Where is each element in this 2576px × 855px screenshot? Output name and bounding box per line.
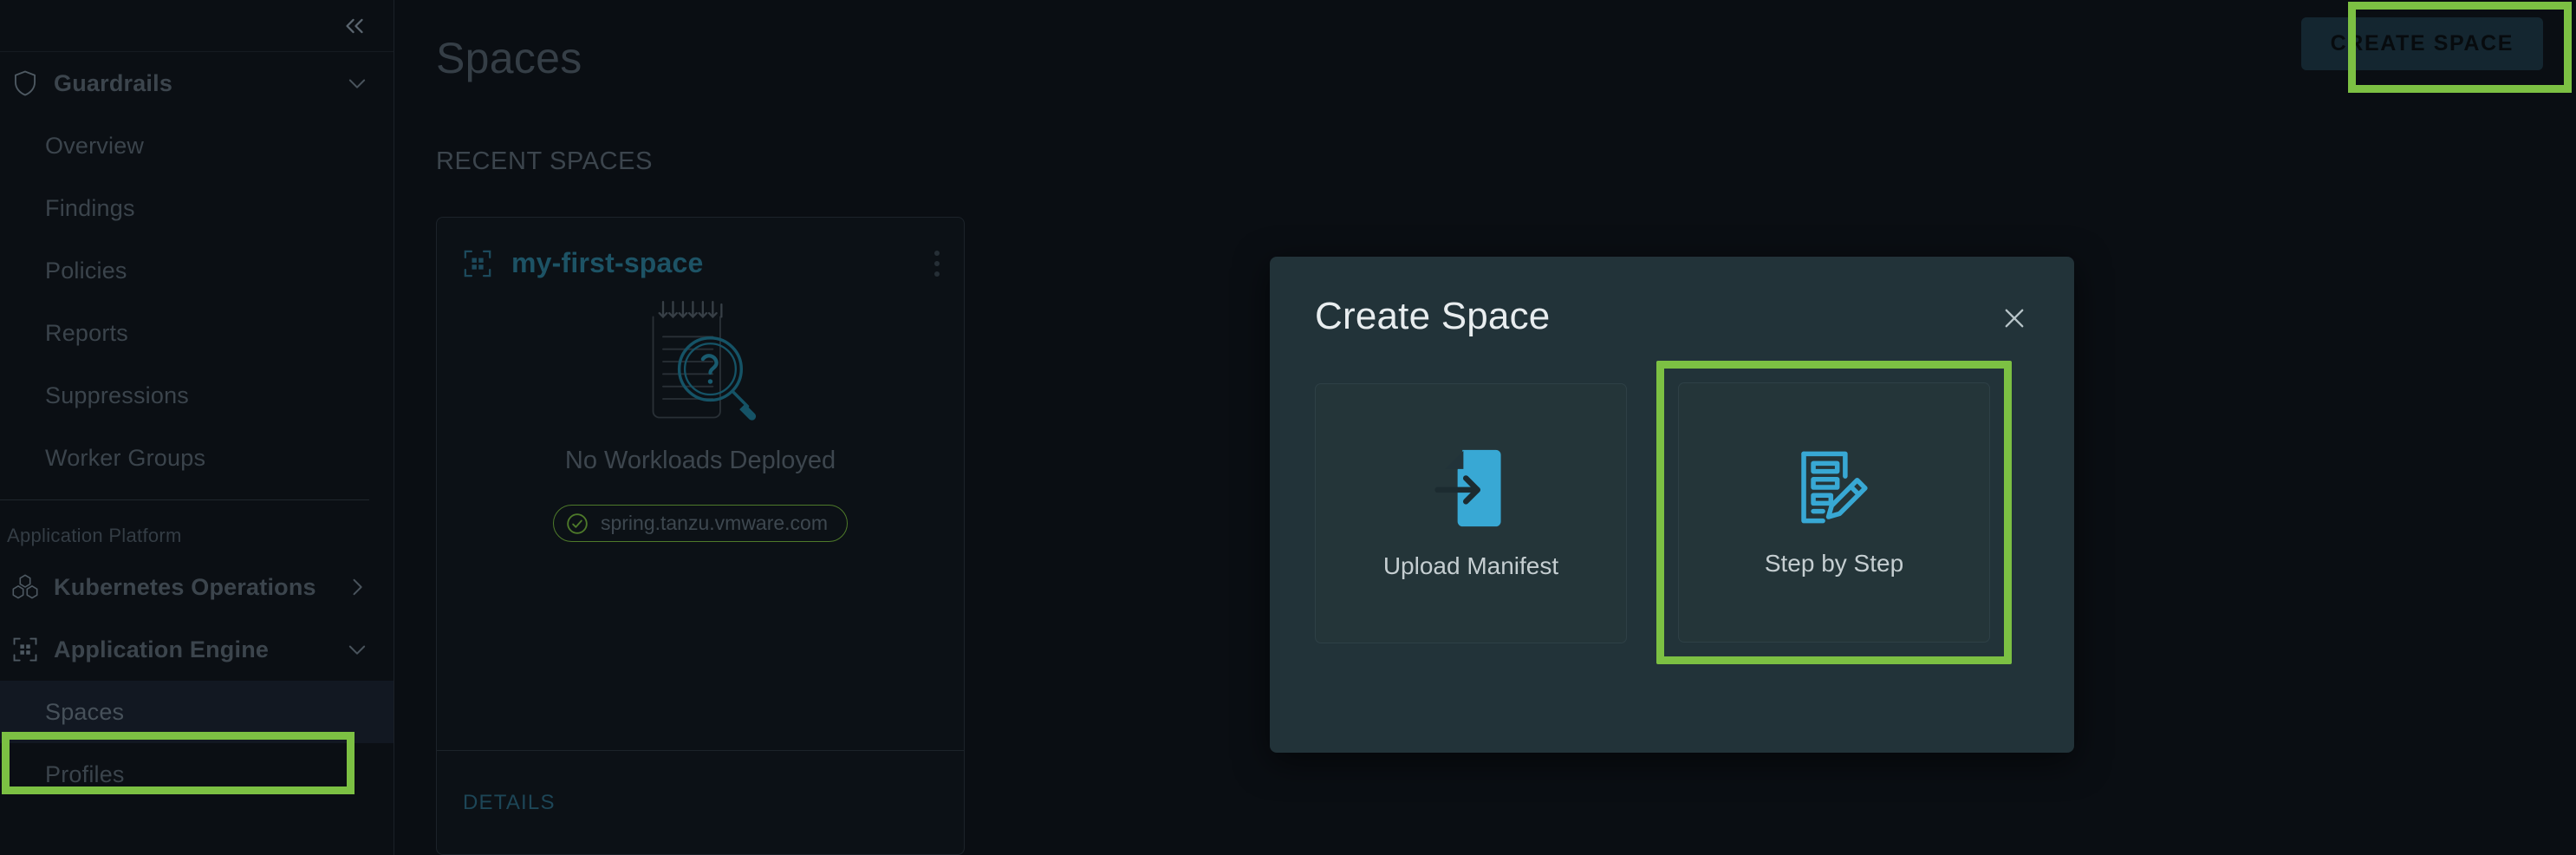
- sidebar-item-policies[interactable]: Policies: [0, 239, 394, 302]
- app-root: Guardrails Overview Findings Policies Re…: [0, 0, 2576, 855]
- more-options-icon[interactable]: [934, 251, 940, 277]
- sidebar-collapse-row: [0, 0, 394, 52]
- page-title: Spaces: [436, 34, 582, 82]
- recent-spaces-label: RECENT SPACES: [436, 147, 654, 175]
- sidebar-item-label: Policies: [45, 257, 127, 284]
- empty-state-text: No Workloads Deployed: [564, 447, 836, 474]
- sidebar-item-label: Spaces: [45, 698, 125, 725]
- chevron-right-icon[interactable]: [345, 575, 369, 599]
- sidebar-group-guardrails[interactable]: Guardrails: [0, 52, 394, 114]
- sidebar-item-label: Overview: [45, 132, 145, 159]
- option-label: Upload Manifest: [1382, 552, 1559, 579]
- sidebar-item-label: Worker Groups: [45, 444, 206, 471]
- sidebar-group-application-engine[interactable]: Application Engine: [0, 618, 394, 681]
- check-circle-icon: [566, 512, 589, 535]
- space-card-title[interactable]: my-first-space: [511, 247, 704, 279]
- option-upload-manifest[interactable]: Upload Manifest: [1315, 383, 1627, 643]
- create-space-button-wrap: CREATE SPACE: [2300, 17, 2543, 70]
- main-content: Spaces CREATE SPACE RECENT SPACES my-fir…: [394, 0, 2576, 855]
- sidebar: Guardrails Overview Findings Policies Re…: [0, 0, 394, 855]
- sidebar-item-label: Suppressions: [45, 382, 189, 408]
- close-icon[interactable]: [2000, 303, 2029, 333]
- space-card-header: my-first-space: [437, 218, 964, 279]
- sidebar-item-reports[interactable]: Reports: [0, 302, 394, 364]
- modal-title: Create Space: [1315, 295, 1551, 337]
- sidebar-item-label: Findings: [45, 194, 135, 221]
- sidebar-item-suppressions[interactable]: Suppressions: [0, 364, 394, 427]
- status-badge[interactable]: spring.tanzu.vmware.com: [552, 505, 849, 542]
- space-card[interactable]: my-first-space No Workloads Deployed spr…: [436, 217, 965, 855]
- document-search-icon: [626, 297, 775, 431]
- sidebar-group-label: Guardrails: [54, 69, 173, 96]
- document-pencil-icon: [1794, 447, 1874, 527]
- create-space-modal: Create Space Upload Manifest Step by Ste…: [1270, 257, 2074, 753]
- grid-brackets-icon: [9, 636, 42, 662]
- sidebar-group-label: Kubernetes Operations: [54, 573, 316, 600]
- option-label: Step by Step: [1764, 550, 1904, 577]
- hexagons-icon: [9, 574, 42, 600]
- sidebar-item-worker-groups[interactable]: Worker Groups: [0, 427, 394, 489]
- sidebar-group-label: Application Engine: [54, 636, 270, 662]
- sidebar-item-label: Reports: [45, 319, 128, 346]
- sidebar-item-profiles[interactable]: Profiles: [0, 743, 394, 806]
- space-card-footer[interactable]: DETAILS: [437, 750, 964, 854]
- chevron-down-icon[interactable]: [345, 637, 369, 662]
- space-grid-icon: [463, 249, 492, 278]
- sidebar-group-kubernetes-operations[interactable]: Kubernetes Operations: [0, 556, 394, 618]
- sidebar-section-label: Application Platform: [7, 525, 182, 546]
- sidebar-item-spaces[interactable]: Spaces: [0, 681, 394, 743]
- option-step-by-step[interactable]: Step by Step: [1678, 382, 1990, 643]
- details-label: DETAILS: [463, 790, 556, 814]
- modal-options: Upload Manifest Step by Step: [1270, 338, 2074, 664]
- sidebar-item-overview[interactable]: Overview: [0, 114, 394, 177]
- sidebar-item-label: Profiles: [45, 760, 125, 787]
- chevrons-left-icon[interactable]: [340, 11, 369, 41]
- upload-document-icon: [1434, 447, 1508, 530]
- modal-header: Create Space: [1270, 257, 2074, 338]
- space-card-body: No Workloads Deployed spring.tanzu.vmwar…: [437, 279, 964, 542]
- shield-icon: [9, 69, 42, 97]
- create-space-button[interactable]: CREATE SPACE: [2300, 17, 2543, 70]
- status-badge-label: spring.tanzu.vmware.com: [600, 512, 829, 534]
- chevron-down-icon[interactable]: [345, 71, 369, 95]
- highlight-step-by-step: Step by Step: [1656, 361, 2012, 664]
- sidebar-item-findings[interactable]: Findings: [0, 177, 394, 239]
